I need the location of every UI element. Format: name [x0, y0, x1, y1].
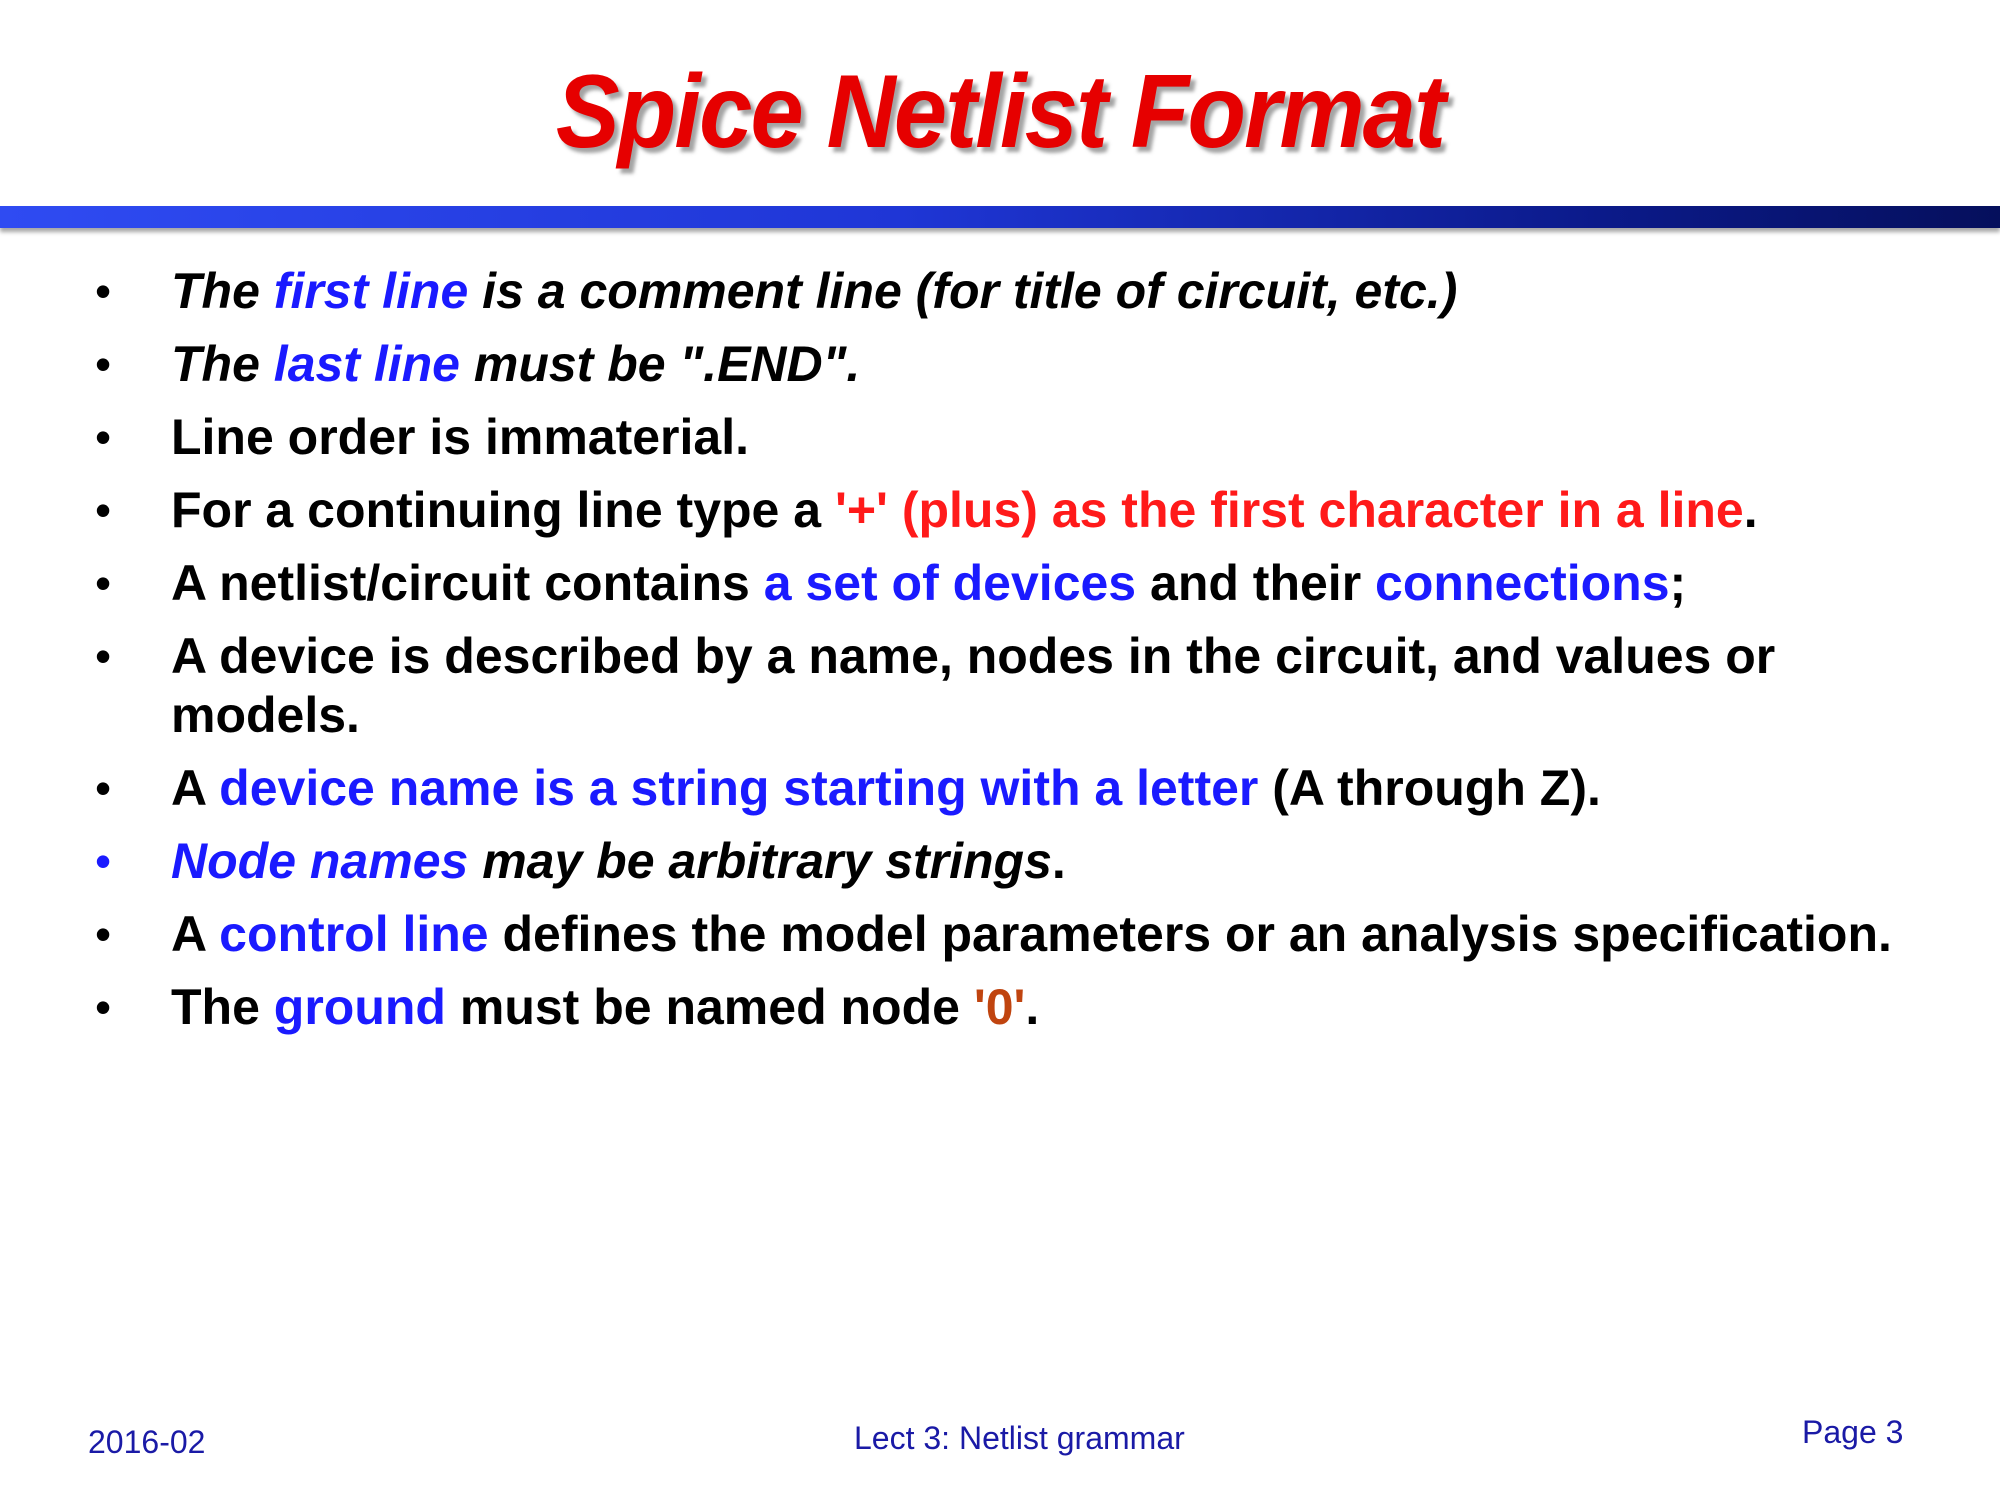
- bullet-text-segment: and their: [1136, 555, 1376, 611]
- bullet-marker: •: [95, 557, 112, 609]
- bullet-text-segment: a set of devices: [763, 555, 1137, 611]
- bullet-text-segment: A device is described by a name, nodes i…: [171, 628, 1776, 743]
- bullet-text-segment: .: [1025, 979, 1040, 1035]
- bullet-text-segment: .: [1051, 833, 1066, 889]
- bullet-text-segment: Line order is immaterial.: [171, 409, 749, 465]
- bullet-text-segment: may be arbitrary strings: [468, 833, 1052, 889]
- bullet-item: • For a continuing line type a '+' (plus)…: [95, 481, 1915, 540]
- bullet-text-segment: is a comment line (for title of circuit,…: [468, 263, 1458, 319]
- footer-lecture-title: Lect 3: Netlist grammar: [854, 1420, 1185, 1456]
- bullet-marker: •: [95, 484, 112, 536]
- bullet-text-segment: The: [171, 336, 274, 392]
- bullet-text-segment: A: [171, 760, 220, 816]
- bullet-marker: •: [95, 762, 112, 814]
- bullet-item: • Line order is immaterial.: [95, 408, 1915, 467]
- bullet-item: • A device is described by a name, nodes …: [95, 627, 1915, 745]
- bullet-marker: •: [95, 981, 112, 1033]
- bullet-text-segment: first line: [273, 263, 469, 319]
- title-divider: [0, 206, 2000, 228]
- footer-page-number: Page 3: [1802, 1414, 1904, 1450]
- bullet-text-segment: defines the model parameters or an analy…: [488, 906, 1892, 962]
- bullet-text-segment: ground: [273, 979, 446, 1035]
- bullet-text-segment: device name is a string starting with a …: [219, 760, 1259, 816]
- bullet-item: • A control line defines the model parame…: [95, 905, 1915, 964]
- bullet-text-segment: A netlist/circuit contains: [171, 555, 764, 611]
- bullet-item: • The ground must be named node '0'.: [95, 978, 1915, 1037]
- bullet-text-segment: must be ".END".: [459, 336, 861, 392]
- bullet-text-segment: '+' (plus) as the first character in a l…: [834, 482, 1744, 538]
- bullet-item: • The first line is a comment line (for t…: [95, 262, 1915, 321]
- bullet-text-segment: A: [171, 906, 220, 962]
- bullet-marker: •: [95, 411, 112, 463]
- bullet-item: • A netlist/circuit contains a set of dev…: [95, 554, 1915, 613]
- bullet-text-segment: Node names: [171, 833, 469, 889]
- bullet-text-segment: control line: [219, 906, 489, 962]
- bullet-marker: •: [95, 908, 112, 960]
- bullet-text-segment: connections: [1375, 555, 1670, 611]
- bullet-list: • The first line is a comment line (for t…: [95, 262, 1915, 1051]
- bullet-item: • The last line must be ".END".: [95, 335, 1915, 394]
- bullet-text-segment: must be named node: [445, 979, 974, 1035]
- bullet-text-segment: '0': [973, 979, 1026, 1035]
- bullet-item: • A device name is a string starting with…: [95, 759, 1915, 818]
- bullet-text-segment: last line: [273, 336, 460, 392]
- bullet-text-segment: (A through Z).: [1258, 760, 1601, 816]
- bullet-marker: •: [95, 338, 112, 390]
- slide-title: Spice Netlist Format: [555, 54, 1446, 170]
- bullet-item: • Node names may be arbitrary strings.: [95, 832, 1915, 891]
- bullet-text-segment: The: [171, 979, 274, 1035]
- footer-date: 2016-02: [88, 1424, 206, 1460]
- bullet-text-segment: For a continuing line type a: [171, 482, 835, 538]
- bullet-text-segment: ;: [1669, 555, 1687, 611]
- bullet-marker: •: [95, 630, 112, 682]
- bullet-marker: •: [95, 835, 112, 887]
- bullet-text-segment: .: [1743, 482, 1758, 538]
- bullet-marker: •: [95, 265, 112, 317]
- bullet-text-segment: The: [171, 263, 274, 319]
